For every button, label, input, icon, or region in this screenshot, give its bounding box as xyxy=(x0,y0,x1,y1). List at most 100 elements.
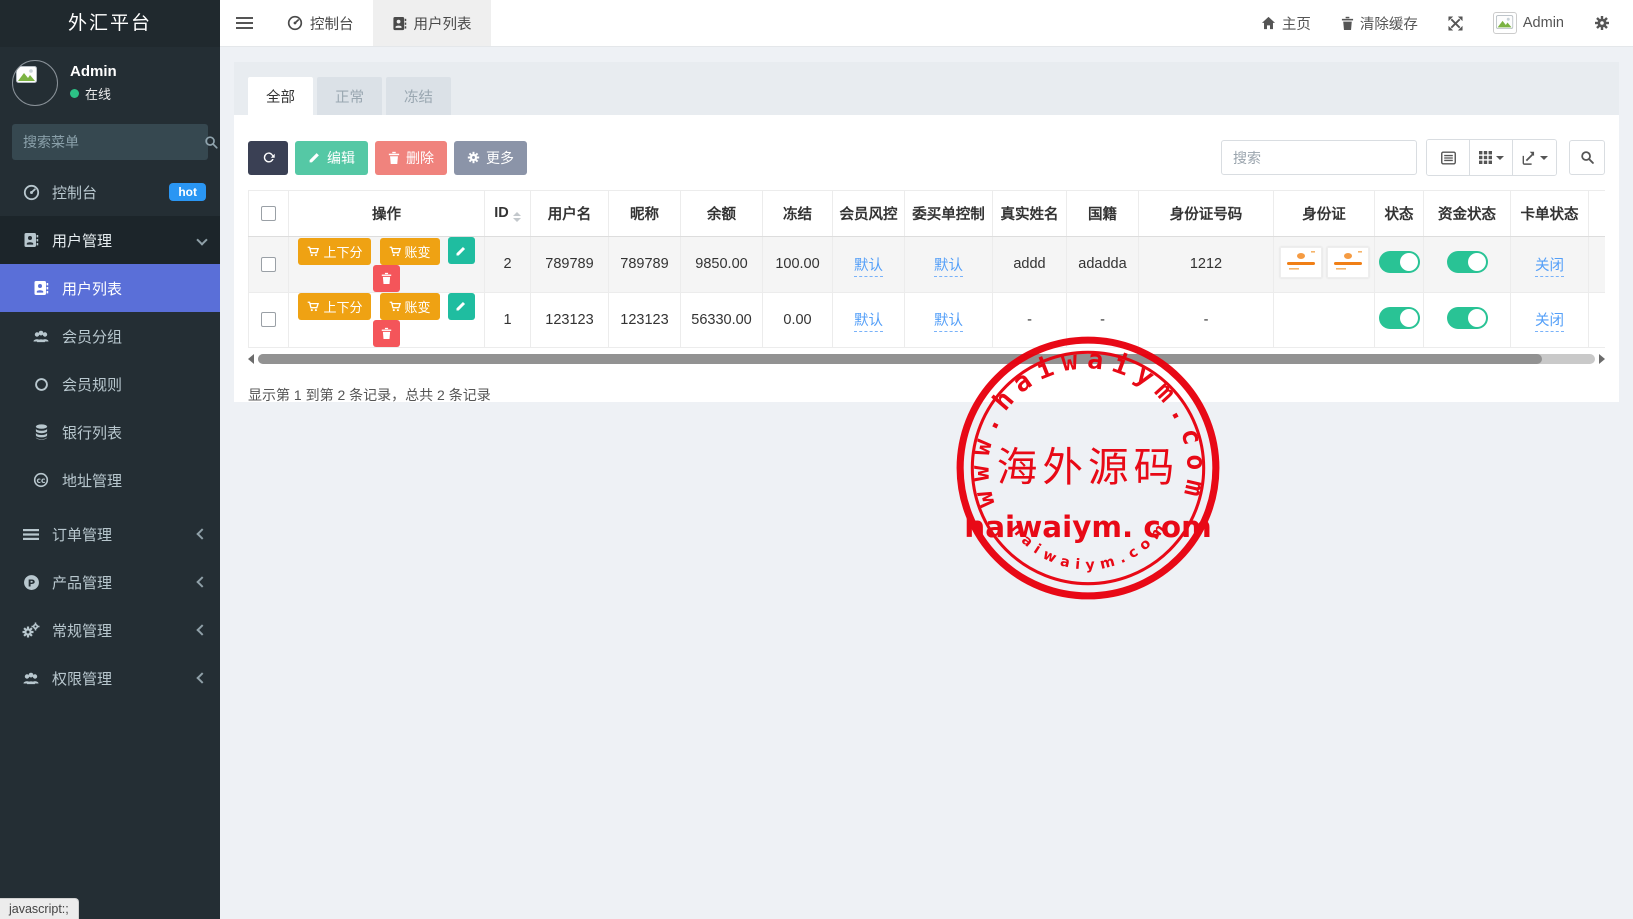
sort-icon xyxy=(513,212,521,222)
search-icon xyxy=(204,135,219,150)
fund-status-toggle[interactable] xyxy=(1447,307,1488,329)
scroll-left-icon[interactable] xyxy=(248,354,254,364)
horizontal-scrollbar[interactable] xyxy=(248,353,1605,365)
sidebar-item-user-list[interactable]: 用户列表 xyxy=(0,264,220,312)
pencil-icon xyxy=(455,245,467,257)
more-button[interactable]: 更多 xyxy=(454,141,527,175)
sidebar-item-order-management[interactable]: 订单管理 xyxy=(0,510,220,558)
sidebar-menu: 控制台 hot 用户管理 用户列表 会员分组 会员规则 xyxy=(0,168,220,702)
tab-console[interactable]: 控制台 xyxy=(268,0,373,46)
avatar xyxy=(12,60,58,106)
sidebar-item-user-management[interactable]: 用户管理 xyxy=(0,216,220,264)
cell-id: 2 xyxy=(485,237,531,293)
detail-view-button[interactable] xyxy=(1427,140,1470,175)
sidebar-item-general-management[interactable]: 常规管理 xyxy=(0,606,220,654)
tab-user-list[interactable]: 用户列表 xyxy=(373,0,491,46)
settings-button[interactable] xyxy=(1581,0,1623,47)
users-icon xyxy=(29,329,53,344)
home-button[interactable]: 主页 xyxy=(1248,0,1324,47)
card-status-link[interactable]: 关闭 xyxy=(1535,258,1564,277)
row-checkbox[interactable] xyxy=(261,257,276,272)
cell-realname: addd xyxy=(993,237,1067,293)
account-change-button[interactable]: 账变 xyxy=(380,238,440,265)
row-edit-button[interactable] xyxy=(448,293,475,320)
sidebar-search-input[interactable] xyxy=(23,134,204,150)
admin-menu[interactable]: Admin xyxy=(1480,0,1577,47)
table-row: 上下分 账变 xyxy=(249,237,1606,293)
columns-button[interactable] xyxy=(1470,140,1513,175)
sidebar-item-bank-list[interactable]: 银行列表 xyxy=(0,408,220,456)
risk-link[interactable]: 默认 xyxy=(854,258,883,277)
link-status-tooltip: javascript:; xyxy=(0,898,79,919)
card-status-link[interactable]: 关闭 xyxy=(1535,313,1564,332)
col-card-status: 卡单状态 xyxy=(1511,191,1589,237)
col-clipped: 提 xyxy=(1589,191,1606,237)
updown-score-button[interactable]: 上下分 xyxy=(298,293,371,320)
updown-score-button[interactable]: 上下分 xyxy=(298,238,371,265)
cart-icon xyxy=(389,246,401,257)
col-status: 状态 xyxy=(1375,191,1424,237)
refresh-button[interactable] xyxy=(248,141,288,175)
watermark-bottom-text: haiwaiym.com xyxy=(1007,517,1172,574)
status-toggle[interactable] xyxy=(1379,307,1420,329)
row-delete-button[interactable] xyxy=(373,320,400,347)
circle-icon xyxy=(29,377,53,392)
export-button[interactable] xyxy=(1513,140,1556,175)
id-card-thumbnails[interactable] xyxy=(1280,247,1369,278)
database-icon xyxy=(29,424,53,440)
status-toggle[interactable] xyxy=(1379,251,1420,273)
sidebar-item-product-management[interactable]: P 产品管理 xyxy=(0,558,220,606)
col-nationality: 国籍 xyxy=(1067,191,1139,237)
col-id[interactable]: ID xyxy=(485,191,531,237)
chevron-left-icon xyxy=(196,672,207,683)
fullscreen-button[interactable] xyxy=(1435,0,1476,47)
user-name: Admin xyxy=(70,63,117,80)
svg-text:P: P xyxy=(27,578,34,589)
delete-button[interactable]: 删除 xyxy=(375,141,447,175)
order-control-link[interactable]: 默认 xyxy=(934,258,963,277)
gears-icon xyxy=(19,622,43,638)
hamburger-icon[interactable] xyxy=(220,0,268,46)
scroll-right-icon[interactable] xyxy=(1599,354,1605,364)
cell-frozen: 100.00 xyxy=(763,237,833,293)
filter-tab-frozen[interactable]: 冻结 xyxy=(386,77,451,115)
search-submit-button[interactable] xyxy=(1569,140,1605,175)
app-title: 外汇平台 xyxy=(0,0,220,47)
account-change-button[interactable]: 账变 xyxy=(380,293,440,320)
topbar: 控制台 用户列表 主页 清除缓存 Admi xyxy=(220,0,1633,47)
row-delete-button[interactable] xyxy=(373,265,400,292)
table-search-input[interactable] xyxy=(1221,140,1417,175)
col-fund-status: 资金状态 xyxy=(1424,191,1511,237)
address-book-icon xyxy=(392,16,407,31)
users-icon xyxy=(19,671,43,686)
user-card-icon xyxy=(19,232,43,248)
filter-tab-all[interactable]: 全部 xyxy=(248,77,313,115)
order-control-link[interactable]: 默认 xyxy=(934,313,963,332)
cell-id-number: - xyxy=(1139,292,1274,348)
scrollbar-thumb[interactable] xyxy=(258,354,1542,364)
clear-cache-button[interactable]: 清除缓存 xyxy=(1328,0,1431,47)
row-edit-button[interactable] xyxy=(448,237,475,264)
cc-circle-icon: cc xyxy=(29,472,53,488)
col-actions: 操作 xyxy=(289,191,485,237)
watermark-main-text: haiwaiym. com xyxy=(964,510,1211,544)
id-card-front-image xyxy=(1280,247,1322,278)
select-all-checkbox[interactable] xyxy=(261,206,276,221)
sidebar-item-permission-management[interactable]: 权限管理 xyxy=(0,654,220,702)
sidebar-item-member-groups[interactable]: 会员分组 xyxy=(0,312,220,360)
cart-icon xyxy=(389,301,401,312)
row-checkbox[interactable] xyxy=(261,312,276,327)
filter-tab-normal[interactable]: 正常 xyxy=(317,77,382,115)
col-username: 用户名 xyxy=(531,191,609,237)
user-table-wrap: 操作 ID 用户名 昵称 余额 冻结 会员风控 委买单控制 真实姓名 国籍 身份… xyxy=(248,190,1605,348)
fund-status-toggle[interactable] xyxy=(1447,251,1488,273)
edit-button[interactable]: 编辑 xyxy=(295,141,368,175)
sidebar-item-member-rules[interactable]: 会员规则 xyxy=(0,360,220,408)
risk-link[interactable]: 默认 xyxy=(854,313,883,332)
sidebar-item-console[interactable]: 控制台 hot xyxy=(0,168,220,216)
scrollbar-track[interactable] xyxy=(258,354,1595,364)
pencil-icon xyxy=(308,151,321,164)
sidebar-item-address-management[interactable]: cc 地址管理 xyxy=(0,456,220,504)
view-button-group xyxy=(1426,139,1557,176)
admin-username: Admin xyxy=(1523,15,1564,31)
